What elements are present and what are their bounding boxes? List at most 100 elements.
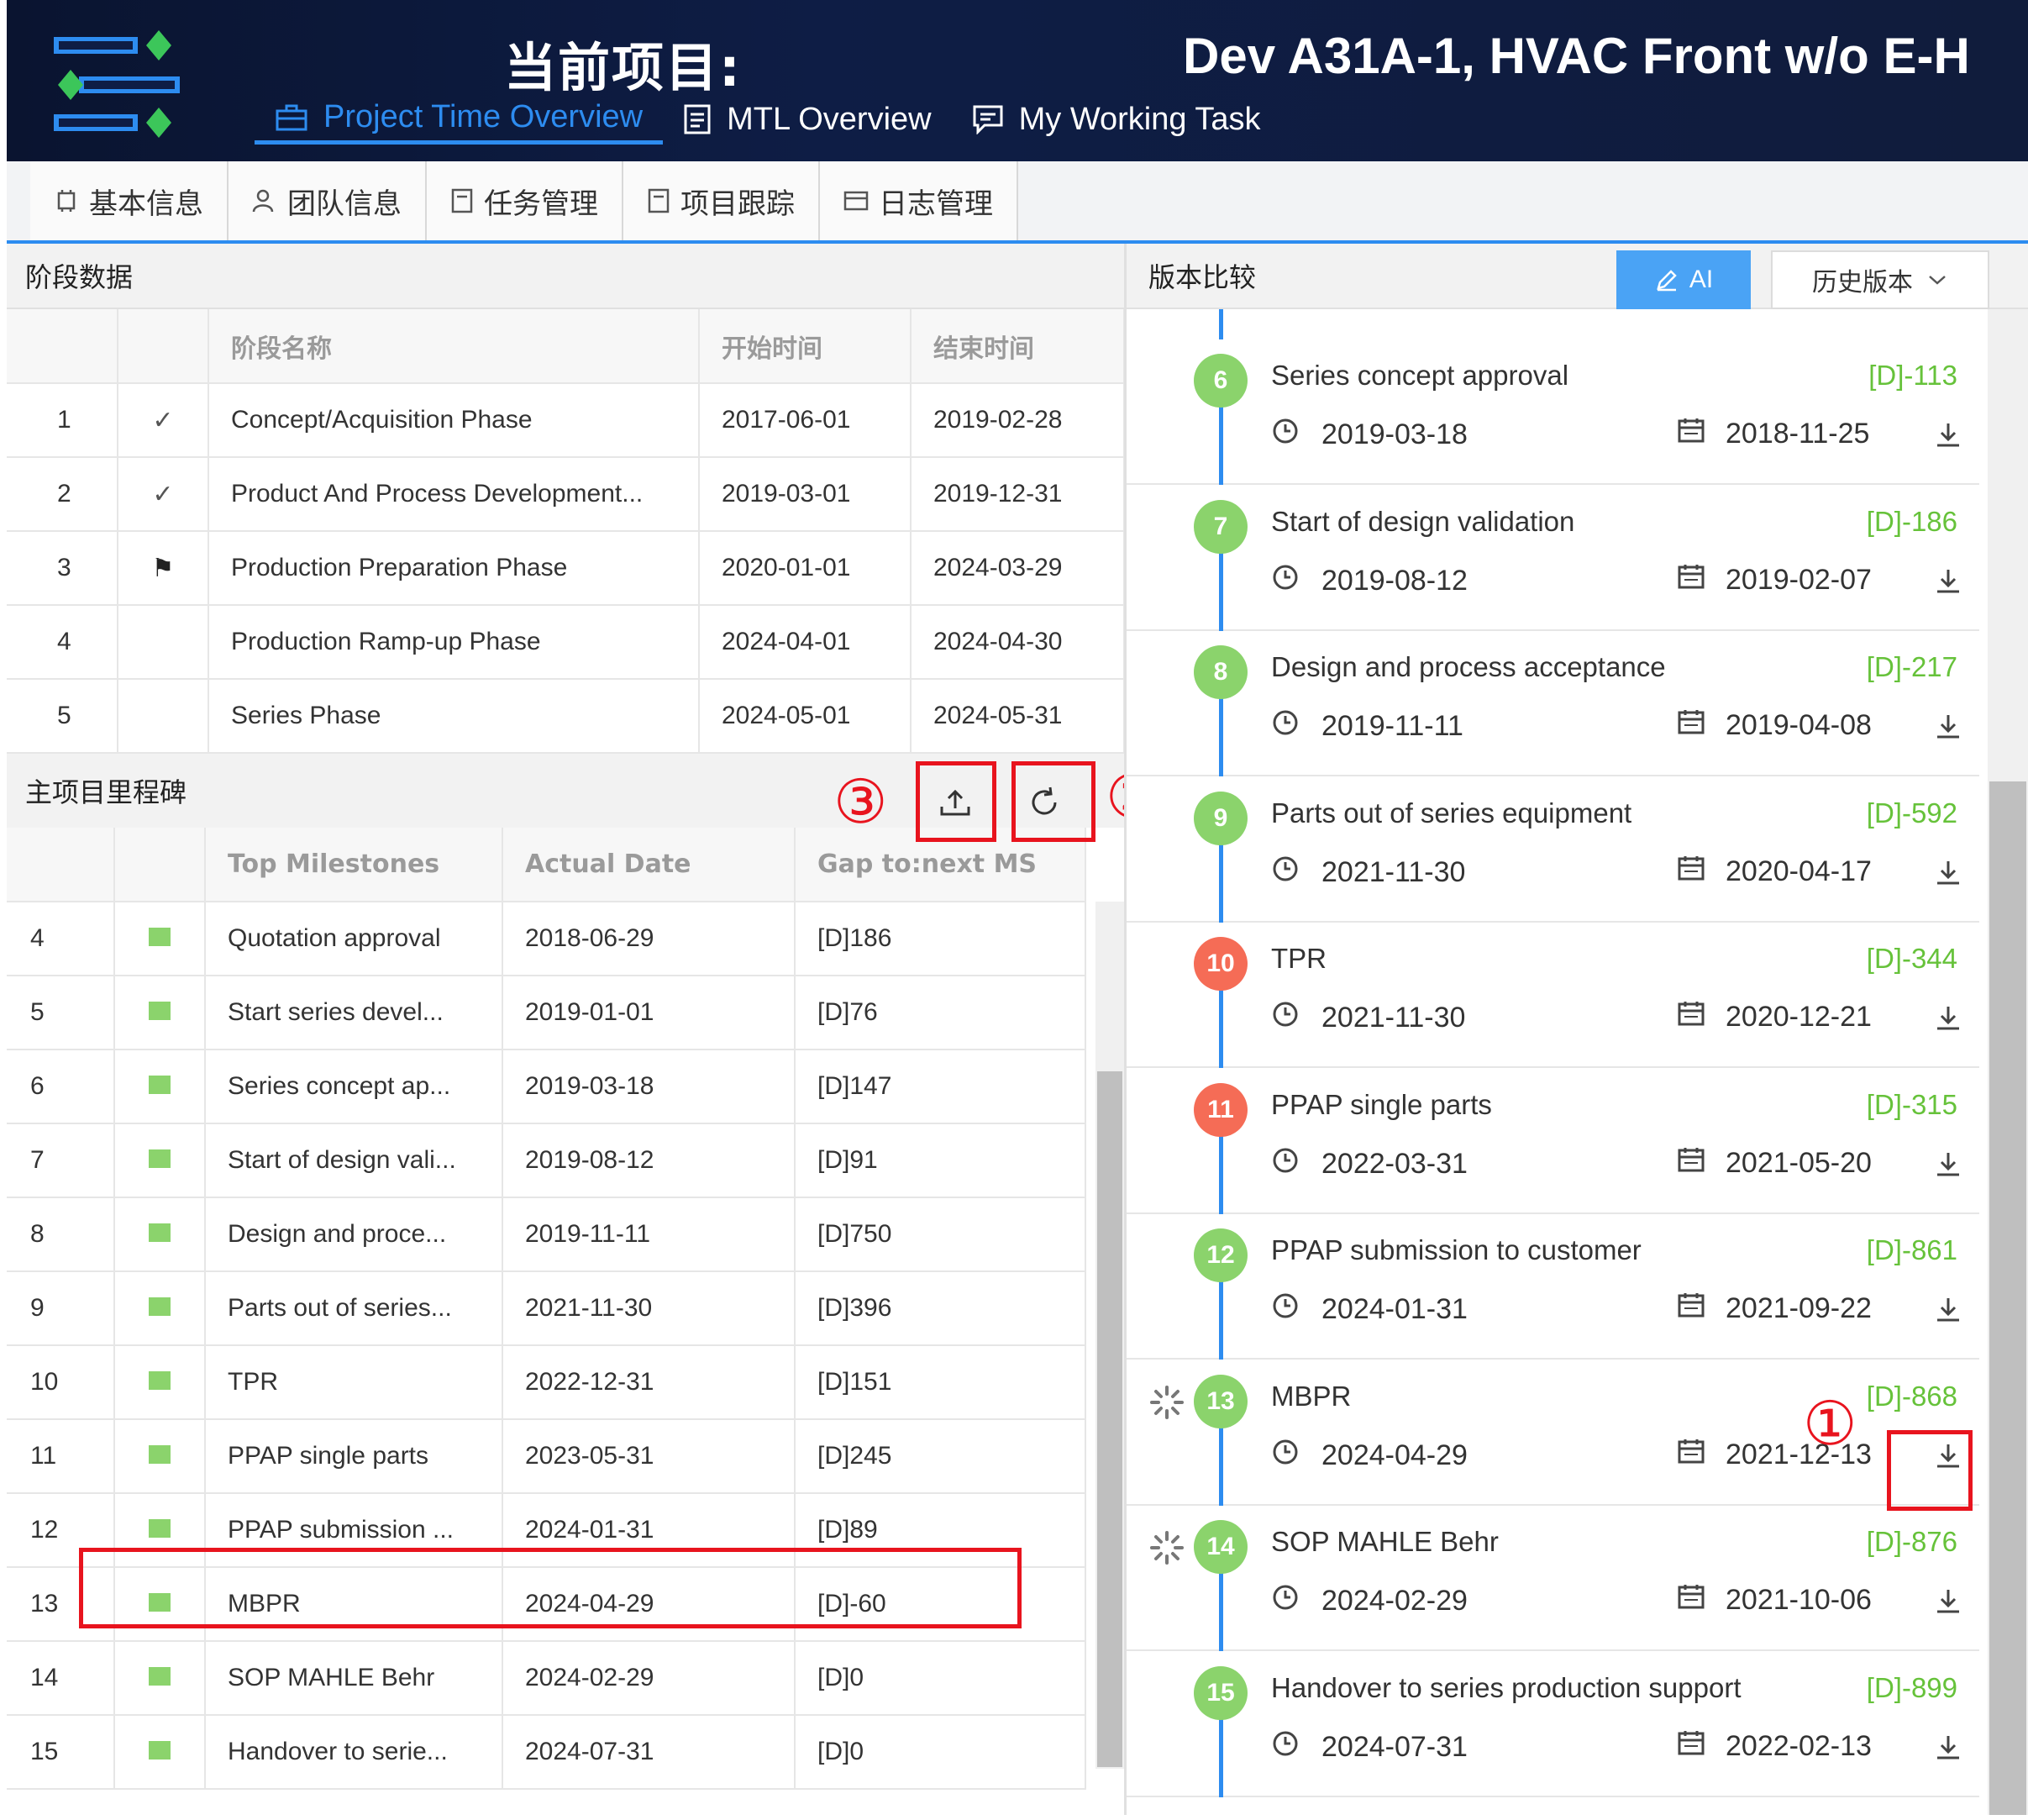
milestone-name: Design and proce...	[205, 1197, 503, 1272]
timeline-item[interactable]: 6 Series concept approval [D]-113 2019-03-1…	[1127, 339, 1979, 485]
plan-date: 2018-11-25	[1677, 417, 1869, 451]
table-row[interactable]: 14 SOP MAHLE Behr 2024-02-29 [D]0	[7, 1641, 1086, 1716]
status-cell	[114, 1641, 206, 1716]
milestone-number-badge: 13	[1194, 1374, 1248, 1428]
download-icon[interactable]	[1934, 566, 1962, 599]
milestone-table: Top Milestones Actual Date Gap to:next M…	[7, 828, 1086, 1790]
timeline-item[interactable]: 9 Parts out of series equipment [D]-592 202…	[1127, 777, 1979, 923]
milestone-gap: [D]-315	[1866, 1088, 1957, 1120]
timeline-item[interactable]: 15 Handover to series production support […	[1127, 1652, 1979, 1797]
phase-table-header: 阶段名称 开始时间 结束时间	[7, 309, 1125, 384]
timeline-item[interactable]: 14 SOP MAHLE Behr [D]-876 2024-02-29 2021-10…	[1127, 1506, 1979, 1651]
milestone-number-badge: 7	[1194, 499, 1248, 554]
table-row[interactable]: 15 Handover to serie... 2024-07-31 [D]0	[7, 1715, 1086, 1790]
app-header: 当前项目: Dev A31A-1, HVAC Front w/o E-H Pro…	[7, 0, 2028, 161]
timeline-connector	[1219, 1718, 1223, 1797]
tab-basic-info[interactable]: 基本信息	[30, 161, 229, 240]
plan-date-value: 2021-09-22	[1726, 1292, 1872, 1324]
col-status	[118, 309, 209, 384]
phase-start: 2024-04-01	[699, 605, 912, 680]
milestone-scrollbar-thumb[interactable]	[1097, 1071, 1122, 1767]
table-row[interactable]: 8 Design and proce... 2019-11-11 [D]750	[7, 1197, 1086, 1272]
timeline-item[interactable]: 12 PPAP submission to customer [D]-861 2024…	[1127, 1214, 1979, 1360]
download-icon[interactable]	[1934, 1149, 1962, 1182]
milestone-date: 2019-11-11	[502, 1197, 796, 1272]
milestone-name: Start of design validation	[1271, 505, 1575, 537]
plan-date-value: 2019-02-07	[1726, 563, 1872, 596]
actual-date: 2021-11-30	[1271, 855, 1465, 891]
status-indicator	[149, 1667, 171, 1686]
milestone-date: 2024-07-31	[502, 1715, 796, 1790]
row-number: 5	[7, 976, 115, 1050]
download-icon[interactable]	[1934, 712, 1962, 744]
timeline-item[interactable]: 10 TPR [D]-344 2021-11-30 2020-12-21	[1127, 923, 1979, 1068]
milestone-date: 2018-06-29	[502, 902, 796, 976]
calendar-icon	[1677, 1583, 1705, 1617]
tab-team-info[interactable]: 团队信息	[229, 161, 427, 240]
main-nav: Project Time Overview MTL Overview My Wo…	[255, 94, 1281, 145]
actual-date: 2024-02-29	[1271, 1583, 1468, 1619]
milestone-gap: [D]91	[795, 1123, 1086, 1198]
history-version-select[interactable]: 历史版本	[1771, 250, 1989, 309]
actual-date: 2024-04-29	[1271, 1438, 1468, 1474]
table-row[interactable]: 3 ⚑ Production Preparation Phase 2020-01-01…	[7, 531, 1125, 606]
table-row[interactable]: 9 Parts out of series... 2021-11-30 [D]396	[7, 1271, 1086, 1346]
col-no	[7, 828, 115, 902]
bookmark-doc-icon	[648, 188, 670, 213]
download-icon[interactable]	[1934, 858, 1962, 891]
table-row[interactable]: 11 PPAP single parts 2023-05-31 [D]245	[7, 1419, 1086, 1494]
download-icon[interactable]	[1934, 1003, 1962, 1036]
timeline-item[interactable]: 11 PPAP single parts [D]-315 2022-03-31 2021…	[1127, 1069, 1979, 1214]
status-indicator	[149, 1371, 171, 1390]
timeline-scrollbar-thumb[interactable]	[1989, 781, 2026, 1815]
milestone-name: Design and process acceptance	[1271, 651, 1666, 682]
status-cell	[118, 679, 209, 754]
milestone-name: Quotation approval	[205, 902, 503, 976]
table-row[interactable]: 1 ✓ Concept/Acquisition Phase 2017-06-01 201…	[7, 383, 1125, 458]
milestone-name: TPR	[205, 1345, 503, 1420]
download-icon[interactable]	[1934, 1295, 1962, 1328]
table-row[interactable]: 2 ✓ Product And Process Development... 2019…	[7, 457, 1125, 532]
calendar-icon	[1677, 1000, 1705, 1034]
loading-spinner-icon	[1148, 1384, 1185, 1425]
milestone-name: PPAP submission to customer	[1271, 1234, 1642, 1265]
actual-date-value: 2024-04-29	[1321, 1439, 1468, 1471]
table-row[interactable]: 5 Series Phase 2024-05-01 2024-05-31	[7, 679, 1125, 754]
timeline-item[interactable]: 7 Start of design validation [D]-186 2019-0…	[1127, 486, 1979, 631]
timeline-item[interactable]: 8 Design and process acceptance [D]-217 201…	[1127, 631, 1979, 776]
table-row[interactable]: 7 Start of design vali... 2019-08-12 [D]91	[7, 1123, 1086, 1198]
ai-label: AI	[1689, 266, 1714, 293]
nav-project-time-overview[interactable]: Project Time Overview	[255, 94, 664, 145]
tab-log-management[interactable]: 日志管理	[820, 161, 1018, 240]
tab-task-management[interactable]: 任务管理	[427, 161, 623, 240]
row-number: 9	[7, 1271, 115, 1346]
actual-date-value: 2024-02-29	[1321, 1585, 1468, 1617]
timeline-connector	[1219, 844, 1223, 923]
ai-button[interactable]: AI	[1616, 250, 1751, 309]
milestone-number-badge: 10	[1194, 937, 1248, 991]
actual-date-value: 2024-01-31	[1321, 1293, 1468, 1325]
nav-mtl-overview[interactable]: MTL Overview	[663, 94, 952, 145]
sub-tabs: 基本信息 团队信息 任务管理 项目跟踪 日志管理	[7, 161, 2028, 244]
status-indicator	[149, 1519, 171, 1538]
table-row[interactable]: 4 Production Ramp-up Phase 2024-04-01 2024-…	[7, 605, 1125, 680]
milestone-name: Parts out of series...	[205, 1271, 503, 1346]
timeline-connector	[1219, 698, 1223, 776]
timeline-connector	[1219, 1427, 1223, 1506]
milestone-date: 2019-08-12	[502, 1123, 796, 1198]
milestone-gap: [D]-899	[1866, 1671, 1957, 1703]
download-icon[interactable]	[1934, 1733, 1962, 1765]
download-icon[interactable]	[1934, 1586, 1962, 1619]
table-row[interactable]: 4 Quotation approval 2018-06-29 [D]186	[7, 902, 1086, 976]
plan-date: 2021-10-06	[1677, 1583, 1872, 1617]
phase-start: 2017-06-01	[699, 383, 912, 458]
nav-my-working-task[interactable]: My Working Task	[952, 94, 1281, 145]
milestone-gap: [D]-344	[1866, 943, 1957, 974]
tab-project-tracking[interactable]: 项目跟踪	[623, 161, 820, 240]
phase-end: 2019-02-28	[911, 383, 1125, 458]
download-icon[interactable]	[1934, 420, 1962, 453]
table-row[interactable]: 10 TPR 2022-12-31 [D]151	[7, 1345, 1086, 1420]
table-row[interactable]: 6 Series concept ap... 2019-03-18 [D]147	[7, 1049, 1086, 1124]
document-icon	[684, 104, 711, 134]
table-row[interactable]: 5 Start series devel... 2019-01-01 [D]76	[7, 976, 1086, 1050]
